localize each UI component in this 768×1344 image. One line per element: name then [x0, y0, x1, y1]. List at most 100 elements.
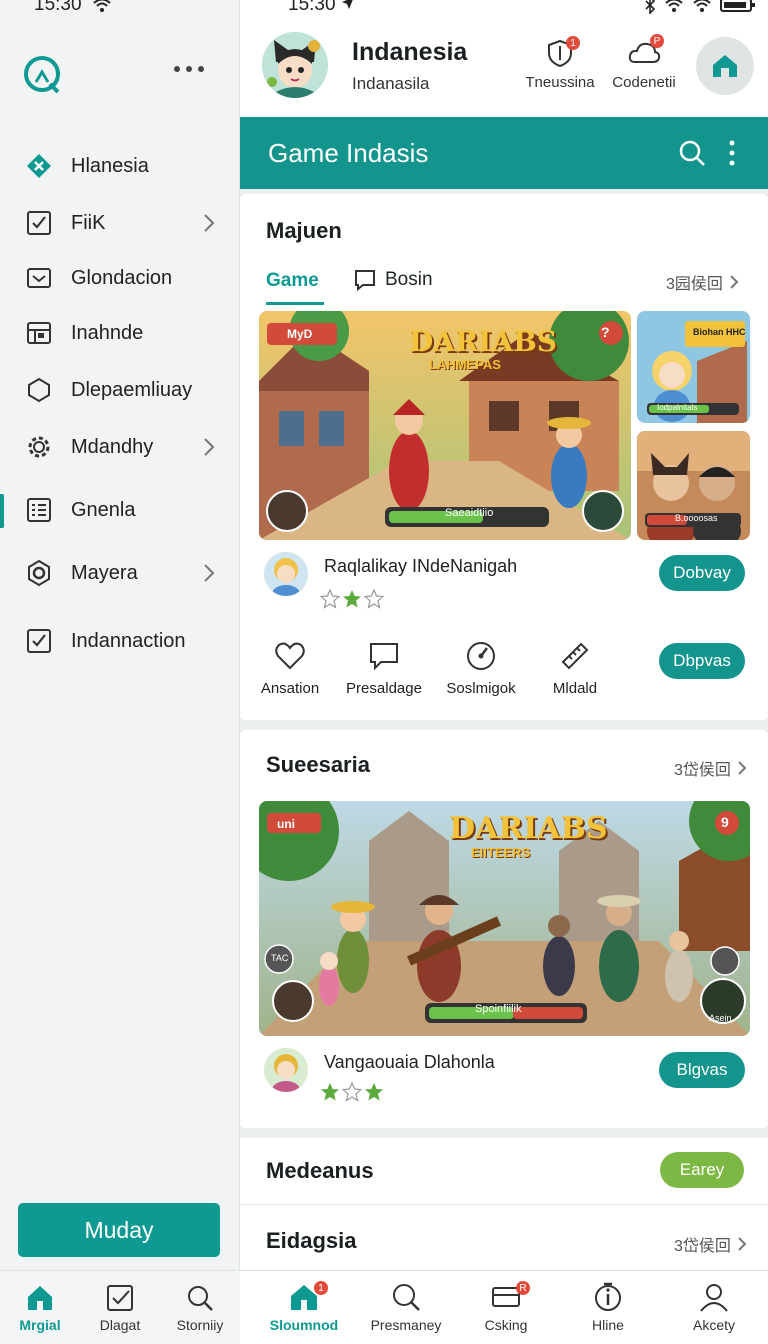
search-icon: [393, 1284, 420, 1311]
action-presaldage[interactable]: Presaldage: [334, 640, 434, 697]
left-bottom-nav: Mrgial Dlagat Storniiy: [0, 1270, 240, 1344]
nav-label: Dlagat: [99, 1317, 141, 1333]
hexagon-icon: [24, 375, 54, 405]
active-tab-indicator: [266, 302, 324, 305]
header-action-codenetii[interactable]: P Codenetii: [602, 34, 686, 91]
sidebar-item-9[interactable]: Indannaction: [0, 617, 240, 665]
user-icon: [700, 1284, 728, 1312]
blgvas-button[interactable]: Blgvas: [659, 1052, 745, 1088]
sidebar-item-2[interactable]: FiiK: [0, 199, 240, 247]
nav-dlagat[interactable]: Dlagat: [80, 1283, 160, 1333]
status-icons: [644, 0, 756, 14]
chat-icon: [355, 270, 375, 292]
location-icon: [341, 0, 353, 9]
game-name[interactable]: Raqlalikay INdeNanigah: [324, 556, 517, 577]
card-majuen: Majuen Game Bosin 3园侯回 MyD ? DARIABS LAH…: [240, 194, 768, 720]
action-label: Soslmigok: [446, 680, 516, 697]
ruler-icon: [561, 642, 589, 670]
nav-csking[interactable]: R Csking: [460, 1281, 552, 1333]
banner-counter: ?: [601, 324, 610, 340]
header-action-label: Codenetii: [612, 74, 676, 91]
sidebar-item-label: Gnenla: [71, 498, 136, 521]
game-banner-2[interactable]: uni 9 DARIABS EIITEERS Spoinfiilik Asein…: [259, 801, 750, 1036]
thumb-title: Biohan HHC: [693, 327, 746, 337]
sidebar-item-label: Mayera: [71, 561, 138, 584]
chevron-right-icon: [738, 761, 747, 775]
action-soslmigok[interactable]: Soslmigok: [431, 640, 531, 697]
checkbox-icon: [24, 208, 54, 238]
sidebar-item-4[interactable]: Inahnde: [0, 309, 240, 357]
chevron-right-icon: [738, 1237, 747, 1251]
wifi-icon: [92, 0, 111, 12]
list-item-title[interactable]: Eidagsia: [266, 1228, 356, 1254]
more-vertical-icon[interactable]: [728, 139, 736, 167]
nav-mrgial[interactable]: Mrgial: [0, 1283, 80, 1333]
settings-icon: [24, 558, 54, 588]
nav-label: Akcety: [692, 1317, 735, 1333]
sidebar-item-6[interactable]: Mdandhy: [0, 423, 240, 471]
banner-counter: 9: [721, 814, 729, 830]
sidebar-item-label: Hlanesia: [71, 154, 149, 177]
game-name[interactable]: Vangaouaia Dlahonla: [324, 1052, 495, 1073]
search-icon[interactable]: [678, 139, 706, 167]
chevron-right-icon: [730, 275, 739, 289]
see-more-link[interactable]: 3岱侯回: [674, 756, 747, 780]
game-thumb-1[interactable]: Biohan HHC Iodpalnitals: [637, 311, 750, 423]
sidebar-item-3[interactable]: Glondacion: [0, 254, 240, 302]
sidebar-item-label: FiiK: [71, 211, 106, 234]
tab-game[interactable]: Game: [266, 270, 319, 292]
star-icon: [343, 590, 361, 608]
star-icon: [365, 1083, 383, 1101]
home-icon: [713, 55, 737, 77]
game-thumb-2[interactable]: B.oooosas: [637, 431, 750, 540]
chat-icon: [370, 643, 398, 671]
notification-badge: P: [650, 34, 664, 48]
star-icon: [342, 1082, 362, 1102]
game-banner-1[interactable]: MyD ? DARIABS LAHMEPAS Saeaidtiio: [259, 311, 631, 540]
profile-avatar[interactable]: [262, 32, 328, 98]
dbpvas-button[interactable]: Dbpvas: [659, 643, 745, 679]
layout-icon: [24, 318, 54, 348]
nav-storniiy[interactable]: Storniiy: [160, 1283, 240, 1333]
status-bar-left: 15:30: [34, 0, 112, 16]
nav-label: Hline: [592, 1317, 624, 1333]
dobvay-button[interactable]: Dobvay: [659, 555, 745, 591]
nav-label: Sloumnod: [269, 1317, 339, 1333]
sidebar-item-5[interactable]: Dlepaemliuay: [0, 366, 240, 414]
sidebar-item-label: Indannaction: [71, 629, 186, 652]
tac-label: TAC: [271, 953, 289, 963]
status-bar-right: 15:30: [288, 0, 355, 16]
nav-sloumnod[interactable]: 1 Sloumnod: [258, 1281, 350, 1333]
header-action-tneussina[interactable]: 1 Tneussina: [518, 36, 602, 91]
sidebar-item-7[interactable]: Gnenla: [0, 486, 240, 534]
star-icon: [320, 589, 340, 609]
action-mldald[interactable]: Mldald: [525, 640, 625, 697]
rating-stars: [320, 1082, 384, 1102]
nav-presmaney[interactable]: Presmaney: [360, 1281, 452, 1333]
main-panel: 15:30 Indanesia Indanasila 1 Tneussina P…: [240, 0, 768, 1344]
rating-stars: [320, 589, 384, 609]
status-time: 15:30: [34, 0, 82, 15]
nav-akcety[interactable]: Akcety: [668, 1281, 760, 1333]
info-icon: [595, 1282, 621, 1311]
muday-button[interactable]: Muday: [18, 1203, 220, 1257]
sidebar-item-label: Inahnde: [71, 321, 144, 344]
see-more-link[interactable]: 3园侯回: [666, 270, 739, 294]
see-more-link[interactable]: 3岱侯回: [674, 1232, 747, 1256]
notification-badge: R: [516, 1281, 530, 1295]
home-button[interactable]: [696, 37, 754, 95]
nav-label: Storniiy: [176, 1317, 224, 1333]
list-item-title[interactable]: Medeanus: [266, 1158, 374, 1184]
sidebar-item-1[interactable]: Hlanesia: [0, 142, 240, 190]
earey-button[interactable]: Earey: [660, 1152, 744, 1188]
app-logo-icon[interactable]: [22, 54, 62, 94]
action-ansation[interactable]: Ansation: [240, 640, 340, 697]
more-options-icon[interactable]: [174, 66, 204, 72]
nav-hline[interactable]: Hline: [562, 1281, 654, 1333]
tab-bosin[interactable]: Bosin: [353, 268, 433, 292]
divider: [240, 1204, 768, 1205]
search-icon: [188, 1286, 213, 1311]
sidebar-item-8[interactable]: Mayera: [0, 549, 240, 597]
section-bar: Game Indasis: [240, 117, 768, 189]
action-label: Presaldage: [346, 680, 422, 697]
